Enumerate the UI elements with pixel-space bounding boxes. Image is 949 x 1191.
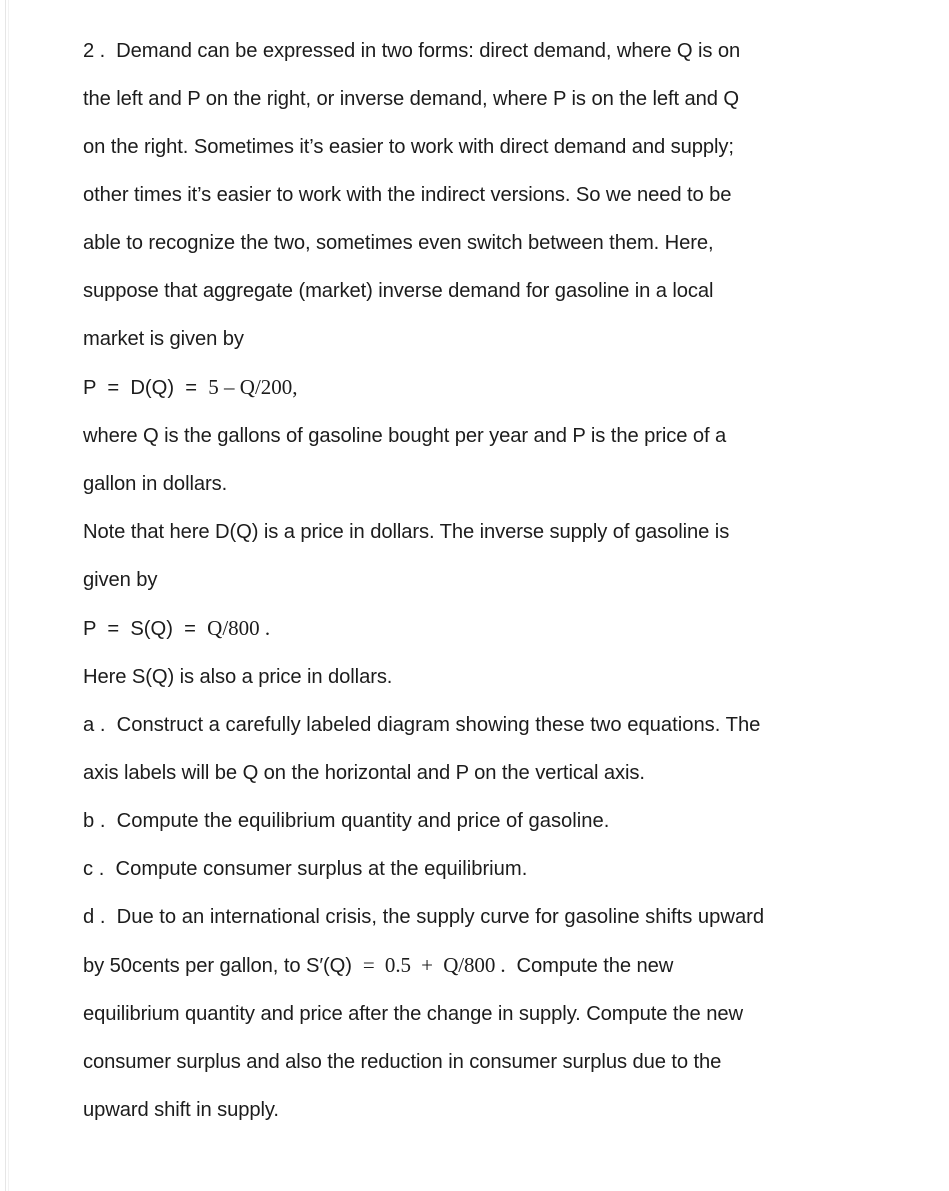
subpart-d-line-4: consumer surplus and also the reduction … (83, 1051, 722, 1073)
subpart-d-line-2: by 50cents per gallon, to S′(Q) = 0.5 + … (83, 941, 895, 990)
subpart-d-suffix: Compute the new (505, 955, 674, 977)
problem-line-3: on the right. Sometimes it’s easier to w… (83, 136, 734, 158)
problem-line-7: market is given by (83, 328, 244, 350)
subpart-a-line-1: a . Construct a carefully labeled diagra… (83, 714, 761, 736)
equation-inverse-demand-lhs: P = D(Q) = (83, 377, 209, 399)
problem-line-11: Note that here D(Q) is a price in dollar… (83, 521, 730, 543)
problem-line-5: able to recognize the two, sometimes eve… (83, 232, 714, 254)
problem-line-1: 2 . Demand can be expressed in two forms… (83, 40, 741, 62)
equation-inverse-supply: P = S(Q) = Q/800 . (83, 604, 895, 653)
page-left-edge-rule-secondary (8, 0, 9, 1191)
subpart-d-line-3: equilibrium quantity and price after the… (83, 1003, 743, 1025)
subpart-c-line-1: c . Compute consumer surplus at the equi… (83, 858, 528, 880)
problem-line-6: suppose that aggregate (market) inverse … (83, 280, 714, 302)
problem-line-10: gallon in dollars. (83, 473, 228, 495)
subpart-a-line-2: axis labels will be Q on the horizontal … (83, 762, 645, 784)
equation-inverse-demand: P = D(Q) = 5 – Q/200, (83, 363, 895, 412)
problem-line-9: where Q is the gallons of gasoline bough… (83, 425, 727, 447)
problem-line-14: Here S(Q) is also a price in dollars. (83, 666, 393, 688)
subpart-d-prefix: by 50cents per gallon, to S′(Q) (83, 955, 363, 977)
problem-line-12: given by (83, 569, 158, 591)
equation-inverse-supply-rhs: Q/800 . (207, 616, 271, 640)
problem-text-body: 2 . Demand can be expressed in two forms… (83, 27, 895, 1134)
equation-shifted-supply: = 0.5 + Q/800 . (362, 953, 506, 977)
subpart-d-line-5: upward shift in supply. (83, 1099, 279, 1121)
problem-line-4: other times it’s easier to work with the… (83, 184, 732, 206)
equation-inverse-demand-rhs: 5 – Q/200, (208, 375, 298, 399)
subpart-b-line-1: b . Compute the equilibrium quantity and… (83, 810, 610, 832)
subpart-d-line-1: d . Due to an international crisis, the … (83, 906, 765, 928)
problem-line-2: the left and P on the right, or inverse … (83, 88, 740, 110)
page-left-edge-rule (5, 0, 6, 1191)
equation-inverse-supply-lhs: P = S(Q) = (83, 618, 208, 640)
